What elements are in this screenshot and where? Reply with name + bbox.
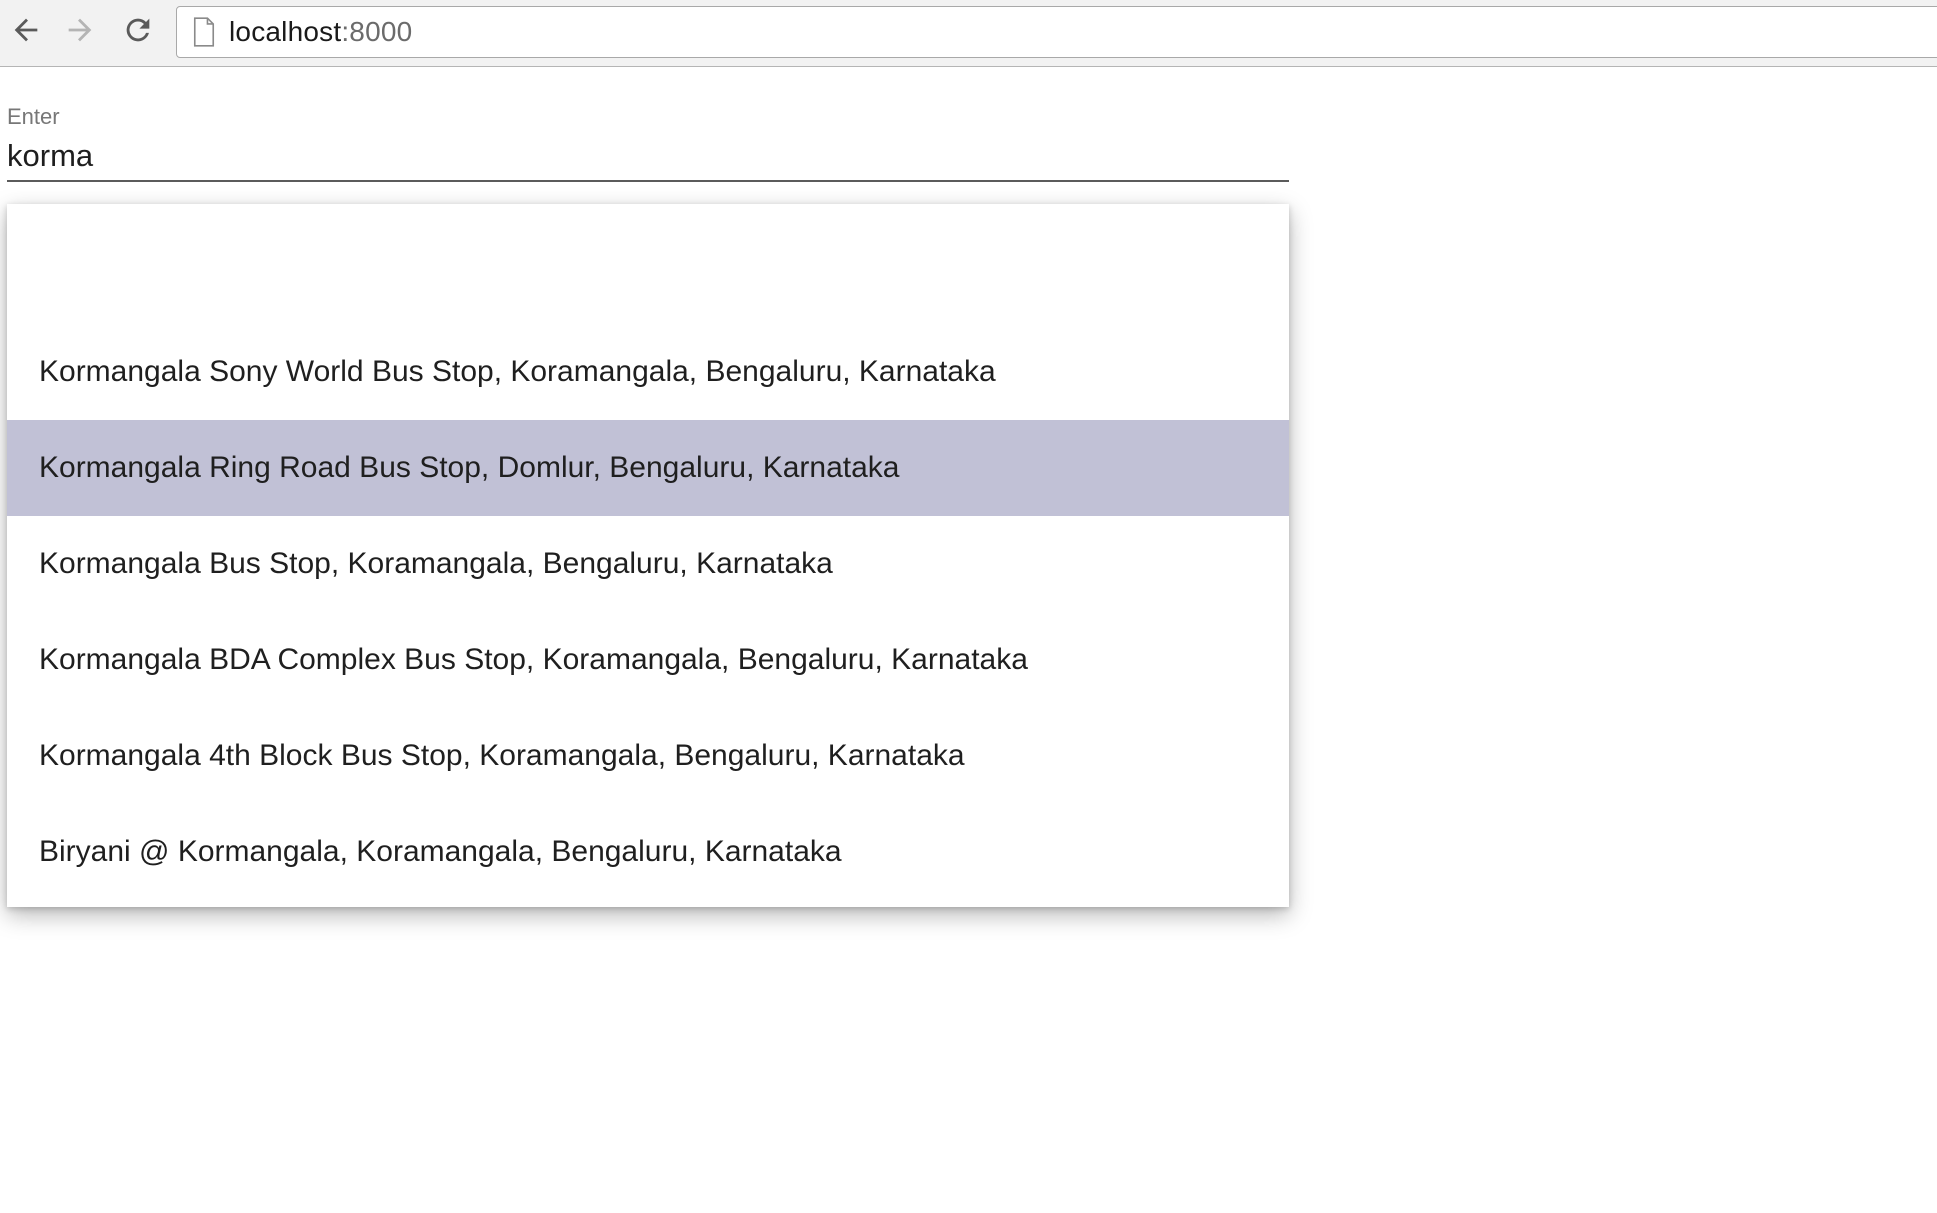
url-port: :8000 — [341, 16, 413, 47]
autocomplete-option[interactable]: Kormangala 4th Block Bus Stop, Koramanga… — [7, 708, 1289, 804]
browser-toolbar: localhost:8000 — [0, 0, 1937, 67]
autocomplete-option[interactable]: Biryani @ Kormangala, Koramangala, Benga… — [7, 804, 1289, 900]
document-icon — [191, 16, 217, 48]
autocomplete-option[interactable]: Kormangala Bus Stop, Koramangala, Bengal… — [7, 516, 1289, 612]
back-button[interactable] — [4, 10, 48, 54]
url-text: localhost:8000 — [229, 16, 412, 48]
autocomplete-dropdown: Kormangala Sony World Bus Stop, Koramang… — [7, 204, 1289, 907]
url-host: localhost — [229, 16, 342, 47]
arrow-left-icon — [9, 13, 43, 52]
autocomplete-option[interactable]: Kormangala Sony World Bus Stop, Koramang… — [7, 324, 1289, 420]
autocomplete-option[interactable]: Kormangala BDA Complex Bus Stop, Koraman… — [7, 612, 1289, 708]
dropdown-empty-space — [7, 204, 1289, 324]
reload-icon — [121, 13, 155, 52]
forward-button[interactable] — [58, 10, 102, 54]
reload-button[interactable] — [116, 10, 160, 54]
field-label: Enter — [7, 104, 60, 129]
address-bar[interactable]: localhost:8000 — [176, 6, 1937, 58]
autocomplete-option[interactable]: Kormangala Ring Road Bus Stop, Domlur, B… — [7, 420, 1289, 516]
search-input[interactable] — [7, 138, 1289, 182]
autocomplete-options: Kormangala Sony World Bus Stop, Koramang… — [7, 324, 1289, 900]
arrow-right-icon — [63, 13, 97, 52]
search-field: Enter — [7, 104, 1289, 182]
